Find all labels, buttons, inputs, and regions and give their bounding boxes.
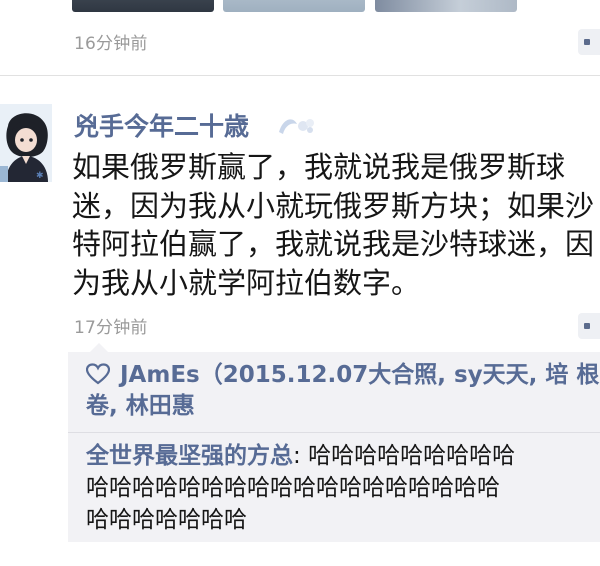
post-divider	[0, 75, 600, 76]
comment-box-arrow	[90, 343, 108, 352]
heart-icon	[86, 363, 110, 385]
post-timestamp: 17分钟前	[74, 318, 148, 338]
previous-post-photos	[0, 0, 600, 14]
comment-separator: :	[293, 443, 309, 469]
comment-item[interactable]: 全世界最坚强的方总: 哈哈哈哈哈哈哈哈哈 哈哈哈哈哈哈哈哈哈哈哈哈哈哈哈哈哈哈 …	[86, 440, 600, 536]
photo-thumbnail[interactable]	[375, 0, 517, 12]
svg-text:✱: ✱	[36, 171, 44, 181]
photo-thumbnail[interactable]	[72, 0, 214, 12]
post-text-line: 特阿拉伯赢了，我就说我是沙特球迷，因	[72, 227, 595, 261]
post-more-button[interactable]	[578, 313, 600, 339]
comment-text-line: 哈哈哈哈哈哈哈哈哈哈哈哈哈哈哈哈哈哈	[86, 475, 500, 501]
post-text-line: 迷，因为我从小就玩俄罗斯方块；如果沙	[72, 188, 595, 223]
moments-feed: 16分钟前 ✱ 兇手今年二十歳 如果俄罗斯赢了，我就说我是俄罗斯球 迷，因为我从…	[0, 0, 600, 566]
likes-comments-divider	[68, 432, 600, 433]
post-text-line: 如果俄罗斯赢了，我就说我是俄罗斯球	[72, 150, 566, 184]
avatar-image: ✱	[0, 104, 52, 182]
post-text: 如果俄罗斯赢了，我就说我是俄罗斯球 迷，因为我从小就玩俄罗斯方块；如果沙 特阿拉…	[72, 148, 600, 302]
previous-post-timestamp: 16分钟前	[74, 34, 148, 54]
post-text-line: 为我从小就学阿拉伯数字。	[72, 265, 421, 300]
flower-emoji-icon	[279, 119, 314, 134]
commenter-name[interactable]: 全世界最坚强的方总	[86, 443, 293, 469]
previous-post-more-button[interactable]	[578, 29, 600, 55]
avatar[interactable]: ✱	[0, 104, 52, 182]
photo-thumbnail[interactable]	[223, 0, 365, 12]
likes-names-line[interactable]: JAmEs（2015.12.07大合照, sy天天, 培	[120, 362, 568, 388]
comment-text-line: 哈哈哈哈哈哈哈	[86, 507, 247, 533]
likes-list: JAmEs（2015.12.07大合照, sy天天, 培 根卷, 林田惠	[86, 360, 600, 422]
post-author-name[interactable]: 兇手今年二十歳	[74, 107, 249, 143]
comment-text-line: 哈哈哈哈哈哈哈哈哈	[308, 443, 516, 469]
